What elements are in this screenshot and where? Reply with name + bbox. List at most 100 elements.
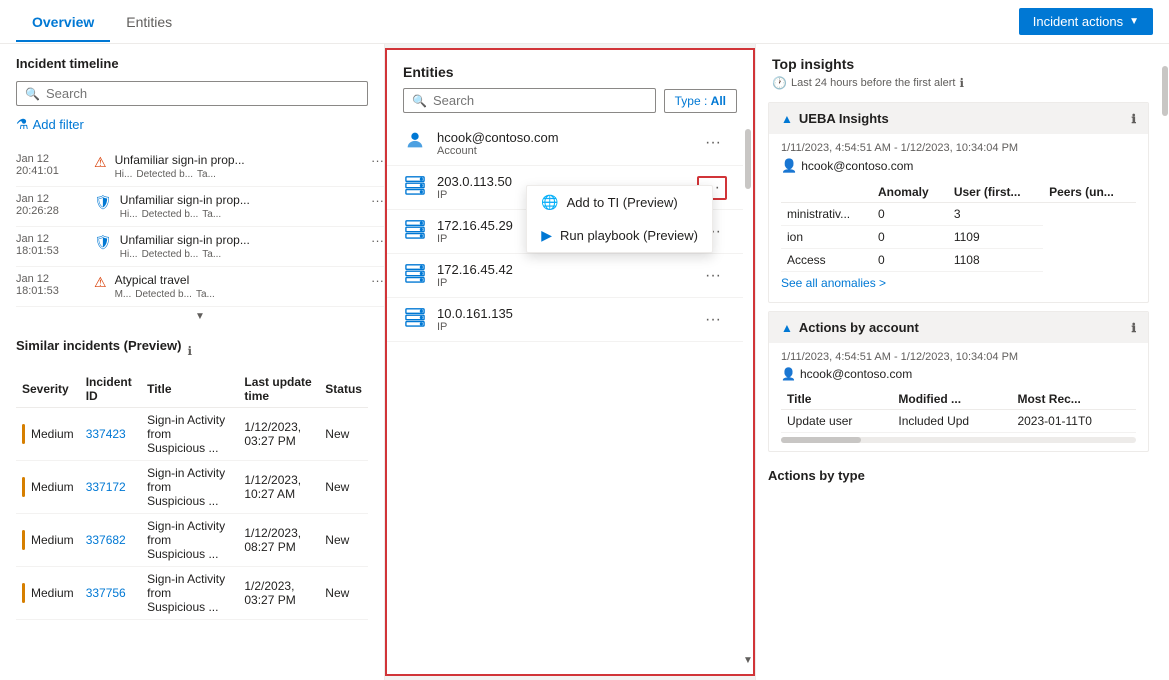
shield-icon: 🛡 (94, 234, 112, 251)
more-options-icon[interactable]: ··· (371, 153, 384, 168)
anomaly-cell: 0 (872, 203, 948, 226)
entity-name: 10.0.161.135 (437, 306, 689, 321)
horizontal-scrollbar[interactable] (781, 437, 1136, 443)
right-panel-inner: Top insights 🕐 Last 24 hours before the … (756, 56, 1169, 668)
timeline-search-input[interactable] (46, 86, 359, 101)
more-options-button[interactable]: ··· (699, 265, 727, 287)
ueba-body: 1/11/2023, 4:54:51 AM - 1/12/2023, 10:34… (769, 134, 1148, 302)
timeline-search-box[interactable]: 🔍 (16, 81, 368, 106)
tab-entities[interactable]: Entities (110, 4, 188, 42)
scrollbar-thumb (1162, 66, 1168, 116)
entity-item-ip4[interactable]: 10.0.161.135 IP ··· (387, 298, 743, 342)
tag: Detected b... (142, 249, 199, 260)
col-severity[interactable]: Severity (16, 371, 80, 408)
server-icon (403, 263, 427, 289)
col-recent[interactable]: Most Rec... (1011, 389, 1136, 410)
top-nav: Overview Entities Incident actions ▼ (0, 0, 1169, 44)
entities-search-box[interactable]: 🔍 (403, 88, 656, 113)
shield-icon: 🛡 (94, 194, 112, 211)
actions-info-icon[interactable]: ℹ (1131, 321, 1136, 335)
entity-type: IP (437, 277, 689, 289)
more-options-button[interactable]: ··· (699, 132, 727, 154)
collapse-icon[interactable]: ▲ (781, 112, 793, 126)
actions-by-account-card: ▲ Actions by account ℹ 1/11/2023, 4:54:5… (768, 311, 1149, 452)
status-cell: New (319, 567, 368, 620)
more-options-icon[interactable]: ··· (371, 273, 384, 288)
col-incident-id[interactable]: Incident ID (80, 371, 141, 408)
timeline-title-text: Unfamiliar sign-in prop... (115, 153, 363, 167)
incident-actions-button[interactable]: Incident actions ▼ (1019, 8, 1153, 35)
timeline-title-text: Unfamiliar sign-in prop... (120, 193, 363, 207)
entity-item-ip3[interactable]: 172.16.45.42 IP ··· (387, 254, 743, 298)
col-peers[interactable]: Peers (un... (1043, 182, 1136, 203)
info-icon[interactable]: ℹ (959, 76, 964, 90)
run-playbook-button[interactable]: ▶ Run playbook (Preview) (527, 219, 712, 252)
timeline-title-text: Atypical travel (115, 273, 363, 287)
col-modified[interactable]: Modified ... (892, 389, 1011, 410)
add-filter-button[interactable]: ⚗ Add filter (16, 114, 84, 135)
entities-search-row: 🔍 Type : All (387, 88, 753, 121)
id-cell[interactable]: 337756 (80, 567, 141, 620)
col-empty (781, 182, 872, 203)
severity-cell: Medium (16, 408, 80, 461)
timeline-item[interactable]: Jan 1220:41:01 ⚠ Unfamiliar sign-in prop… (16, 147, 384, 187)
timeline-date: Jan 1218:01:53 (16, 233, 86, 257)
type-filter-badge[interactable]: Type : All (664, 89, 737, 113)
entity-item-account[interactable]: hcook@contoso.com Account ··· (387, 121, 743, 166)
more-options-icon[interactable]: ··· (371, 193, 384, 208)
entity-type: Account (437, 145, 689, 157)
ueba-info-icon[interactable]: ℹ (1131, 112, 1136, 126)
table-row: Medium 337423 Sign-in Activity from Susp… (16, 408, 368, 461)
scroll-down-arrow[interactable]: ▼ (16, 307, 384, 326)
severity-cell: Medium (16, 514, 80, 567)
timeline-item[interactable]: Jan 1218:01:53 ⚠ Atypical travel M... De… (16, 267, 384, 307)
col-last-update[interactable]: Last update time (238, 371, 319, 408)
timeline-item[interactable]: Jan 1220:26:28 🛡 Unfamiliar sign-in prop… (16, 187, 384, 227)
tab-overview[interactable]: Overview (16, 4, 110, 42)
col-anomaly[interactable]: Anomaly (872, 182, 948, 203)
filter-icon: ⚗ (16, 116, 29, 133)
entities-scrollbar[interactable]: ▼ (743, 121, 753, 674)
collapse-icon[interactable]: ▲ (781, 321, 793, 335)
id-cell[interactable]: 337423 (80, 408, 141, 461)
modified-cell: Included Upd (892, 410, 1011, 433)
top-insights-subtitle: 🕐 Last 24 hours before the first alert ℹ (756, 76, 1161, 94)
add-to-ti-button[interactable]: 🌐 Add to TI (Preview) (527, 186, 712, 219)
anomaly-cell: 0 (872, 249, 948, 272)
server-icon (403, 219, 427, 245)
id-cell[interactable]: 337682 (80, 514, 141, 567)
more-options-icon[interactable]: ··· (371, 233, 384, 248)
col-title[interactable]: Title (141, 371, 238, 408)
time-cell: 1/12/2023, 08:27 PM (238, 514, 319, 567)
title-cell: Sign-in Activity from Suspicious ... (141, 514, 238, 567)
col-status[interactable]: Status (319, 371, 368, 408)
recent-cell: 2023-01-11T0 (1011, 410, 1136, 433)
actions-table: Title Modified ... Most Rec... Update us… (781, 389, 1136, 433)
ueba-insights-card: ▲ UEBA Insights ℹ 1/11/2023, 4:54:51 AM … (768, 102, 1149, 303)
user-icon: 👤 (781, 158, 797, 174)
actions-by-type-title: Actions by type (756, 460, 1161, 483)
chevron-down-icon: ▼ (1129, 16, 1139, 27)
ueba-table: Anomaly User (first... Peers (un... mini… (781, 182, 1136, 272)
title-cell: Sign-in Activity from Suspicious ... (141, 461, 238, 514)
entity-info: 10.0.161.135 IP (437, 306, 689, 333)
ueba-date-range: 1/11/2023, 4:54:51 AM - 1/12/2023, 10:34… (781, 142, 1136, 154)
tag: Detected b... (135, 289, 192, 300)
timeline-item[interactable]: Jan 1218:01:53 🛡 Unfamiliar sign-in prop… (16, 227, 384, 267)
entities-search-input[interactable] (433, 93, 647, 108)
timeline-title: Incident timeline (16, 56, 368, 71)
table-row: Update user Included Upd 2023-01-11T0 (781, 410, 1136, 433)
col-user[interactable]: User (first... (948, 182, 1043, 203)
severity-cell: Medium (16, 567, 80, 620)
id-cell[interactable]: 337172 (80, 461, 141, 514)
tag: Ta... (202, 209, 221, 220)
entities-panel: Entities 🔍 Type : All hcook@contoso.com (385, 48, 755, 676)
see-all-anomalies-link[interactable]: See all anomalies > (781, 272, 886, 294)
title-cell: Update user (781, 410, 892, 433)
alert-icon: ⚠ (94, 274, 107, 291)
info-icon[interactable]: ℹ (187, 344, 192, 358)
right-scrollbar[interactable] (1161, 56, 1169, 668)
timeline-title-text: Unfamiliar sign-in prop... (120, 233, 363, 247)
more-options-button[interactable]: ··· (699, 309, 727, 331)
col-title[interactable]: Title (781, 389, 892, 410)
